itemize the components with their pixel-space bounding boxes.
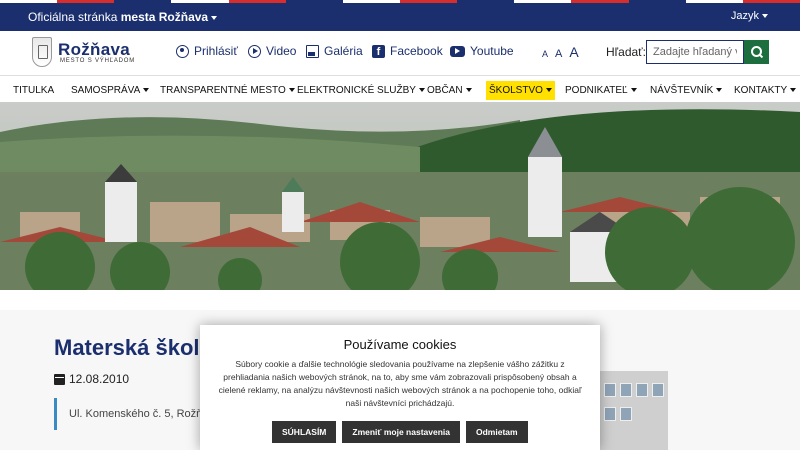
main-nav: TITULKA SAMOSPRÁVA TRANSPARENTNÉ MESTO E… <box>0 75 800 102</box>
reject-cookies-button[interactable]: Odmietam <box>466 421 528 443</box>
flag-stripe <box>685 0 743 3</box>
gallery-link[interactable]: Galéria <box>306 44 363 58</box>
nav-label: TRANSPARENTNÉ MESTO <box>160 85 286 96</box>
article-address: Ul. Komenského č. 5, Rožňa <box>54 398 208 430</box>
nav-label: ELEKTRONICKÉ SLUŽBY <box>297 85 416 96</box>
language-label: Jazyk <box>730 10 759 22</box>
photo-window <box>636 383 648 397</box>
chevron-down-icon <box>143 88 150 93</box>
flag-stripe <box>342 0 400 3</box>
hero-illustration <box>0 102 800 290</box>
gallery-icon <box>306 44 319 58</box>
chevron-down-icon <box>545 88 552 93</box>
youtube-label: Youtube <box>470 44 514 58</box>
nav-label: OBČAN <box>427 85 463 96</box>
flag-stripe <box>285 0 343 3</box>
accept-cookies-button[interactable]: SÚHLASÍM <box>272 421 337 443</box>
nav-label: NÁVŠTEVNÍK <box>650 85 714 96</box>
search-input[interactable] <box>646 40 744 64</box>
flag-stripe <box>742 0 800 3</box>
cookie-text: Súbory cookie a ďalšie technológie sledo… <box>218 359 582 408</box>
nav-item-titulka[interactable]: TITULKA <box>10 81 57 100</box>
photo-window <box>604 383 616 397</box>
photo-window <box>620 383 632 397</box>
official-city: mesta Rožňava <box>120 10 209 24</box>
official-site-menu[interactable]: Oficiálna stránka mesta Rožňava <box>28 10 218 24</box>
chevron-down-icon <box>465 88 472 93</box>
flag-stripe <box>457 0 515 3</box>
facebook-label: Facebook <box>390 44 443 58</box>
login-label: Prihlásiť <box>194 44 238 58</box>
photo-window <box>620 407 632 421</box>
top-bar: Oficiálna stránka mesta Rožňava Jazyk <box>0 0 800 31</box>
photo-window <box>604 407 616 421</box>
font-size-large[interactable]: A <box>569 44 578 60</box>
flag-stripe <box>0 0 58 3</box>
font-size-small[interactable]: A <box>542 49 548 59</box>
youtube-icon <box>450 45 465 57</box>
chevron-down-icon <box>211 15 218 20</box>
language-menu[interactable]: Jazyk <box>731 10 768 22</box>
font-size-medium[interactable]: A <box>555 48 562 60</box>
chevron-down-icon <box>762 14 768 19</box>
nav-item-transparentne-mesto[interactable]: TRANSPARENTNÉ MESTO <box>157 81 298 100</box>
nav-item-skolstvo[interactable]: ŠKOLSTVO <box>486 81 555 100</box>
official-prefix: Oficiálna stránka <box>28 10 118 24</box>
logo-subtitle: MESTO S VÝHĽADOM <box>60 58 136 64</box>
flag-stripe <box>399 0 458 3</box>
flag-stripe <box>57 0 115 3</box>
cookie-settings-button[interactable]: Zmeniť moje nastavenia <box>342 421 460 443</box>
nav-label: TITULKA <box>13 85 55 96</box>
facebook-link[interactable]: f Facebook <box>372 44 443 58</box>
nav-item-podnikatel[interactable]: PODNIKATEĽ <box>562 81 640 100</box>
video-link[interactable]: Video <box>248 44 296 58</box>
flag-stripe <box>628 0 686 3</box>
user-icon <box>176 44 189 58</box>
nav-label: PODNIKATEĽ <box>565 85 628 96</box>
nav-label: KONTAKTY <box>734 85 788 96</box>
flag-stripes <box>0 0 800 3</box>
school-photo[interactable] <box>598 371 668 450</box>
nav-item-elektronicke-sluzby[interactable]: ELEKTRONICKÉ SLUŽBY <box>294 81 428 100</box>
font-size-controls: A A A <box>542 44 579 60</box>
nav-label: SAMOSPRÁVA <box>71 85 141 96</box>
hero-town-panorama <box>0 102 800 290</box>
facebook-icon: f <box>372 44 385 58</box>
city-crest-logo[interactable] <box>32 37 52 67</box>
nav-item-samosprava[interactable]: SAMOSPRÁVA <box>68 81 152 100</box>
login-link[interactable]: Prihlásiť <box>176 44 238 58</box>
cookie-consent-dialog: Používame cookies Súbory cookie a ďalšie… <box>200 325 600 450</box>
cookie-buttons: SÚHLASÍM Zmeniť moje nastavenia Odmietam <box>272 421 528 443</box>
play-icon <box>248 44 261 58</box>
page-title: Materská škol <box>54 335 200 360</box>
youtube-link[interactable]: Youtube <box>450 44 514 58</box>
flag-stripe <box>114 0 172 3</box>
nav-item-kontakty[interactable]: KONTAKTY <box>731 81 799 100</box>
cookie-title: Používame cookies <box>343 337 457 352</box>
search-label: Hľadať: <box>606 45 647 59</box>
video-label: Video <box>266 44 297 58</box>
date-value: 12.08.2010 <box>69 372 130 386</box>
logo-title[interactable]: Rožňava <box>58 40 130 60</box>
article-date: 12.08.2010 <box>54 372 129 386</box>
header: Rožňava MESTO S VÝHĽADOM Prihlásiť Video… <box>0 31 800 75</box>
nav-item-navstevnik[interactable]: NÁVŠTEVNÍK <box>647 81 725 100</box>
flag-stripe <box>514 0 572 3</box>
gallery-label: Galéria <box>324 44 363 58</box>
flag-stripe <box>228 0 286 3</box>
chevron-down-icon <box>716 88 723 93</box>
search-button[interactable] <box>744 40 769 64</box>
photo-window <box>652 383 664 397</box>
calendar-icon <box>54 373 65 385</box>
nav-item-obcan[interactable]: OBČAN <box>424 81 475 100</box>
flag-stripe <box>171 0 229 3</box>
chevron-down-icon <box>790 88 797 93</box>
chevron-down-icon <box>630 88 637 93</box>
nav-label: ŠKOLSTVO <box>489 85 543 96</box>
flag-stripe <box>571 0 629 3</box>
